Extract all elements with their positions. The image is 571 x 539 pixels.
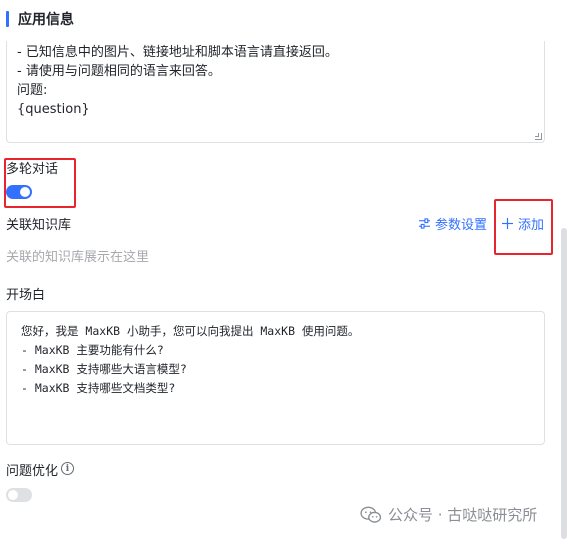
section-title: 应用信息 <box>18 12 74 28</box>
problem-optimization-switch[interactable] <box>6 488 32 502</box>
watermark: 公众号 · 古哒哒研究所 <box>360 504 537 525</box>
prologue-line: 您好，我是 MaxKB 小助手，您可以向我提出 MaxKB 使用问题。 <box>21 324 360 338</box>
param-settings-label: 参数设置 <box>435 218 488 233</box>
watermark-text: 公众号 · 古哒哒研究所 <box>388 506 538 524</box>
prologue-line: - MaxKB 支持哪些文档类型? <box>21 381 176 395</box>
knowledge-placeholder: 关联的知识库展示在这里 <box>6 250 150 265</box>
prompt-textarea[interactable]: - 已知信息中的图片、链接地址和脚本语言请直接返回。 - 请使用与问题相同的语言… <box>6 41 545 143</box>
highlight-box-multi-turn <box>4 158 76 208</box>
highlight-box-add <box>494 199 553 255</box>
prompt-line: - 已知信息中的图片、链接地址和脚本语言请直接返回。 <box>17 45 338 60</box>
section-accent-bar <box>6 11 9 27</box>
prologue-label: 开场白 <box>6 288 46 303</box>
switch-knob <box>8 490 18 500</box>
problem-optimization-label: 问题优化 <box>6 464 59 479</box>
scrollbar-thumb[interactable] <box>561 228 567 539</box>
prompt-line: {question} <box>17 102 90 117</box>
prompt-line: - 请使用与问题相同的语言来回答。 <box>17 64 221 79</box>
param-settings-button[interactable]: 参数设置 <box>419 214 487 233</box>
prologue-line: - MaxKB 主要功能有什么? <box>21 343 164 357</box>
prologue-textarea[interactable]: 您好，我是 MaxKB 小助手，您可以向我提出 MaxKB 使用问题。 - Ma… <box>6 311 545 445</box>
info-icon[interactable]: i <box>61 462 74 475</box>
knowledge-label: 关联知识库 <box>6 218 72 233</box>
wechat-icon <box>360 506 382 523</box>
resize-handle-icon[interactable] <box>535 133 542 140</box>
prologue-line: - MaxKB 支持哪些大语言模型? <box>21 362 187 376</box>
prompt-line: 问题: <box>17 83 48 98</box>
section-header: 应用信息 <box>6 8 74 30</box>
sliders-icon <box>419 218 430 229</box>
